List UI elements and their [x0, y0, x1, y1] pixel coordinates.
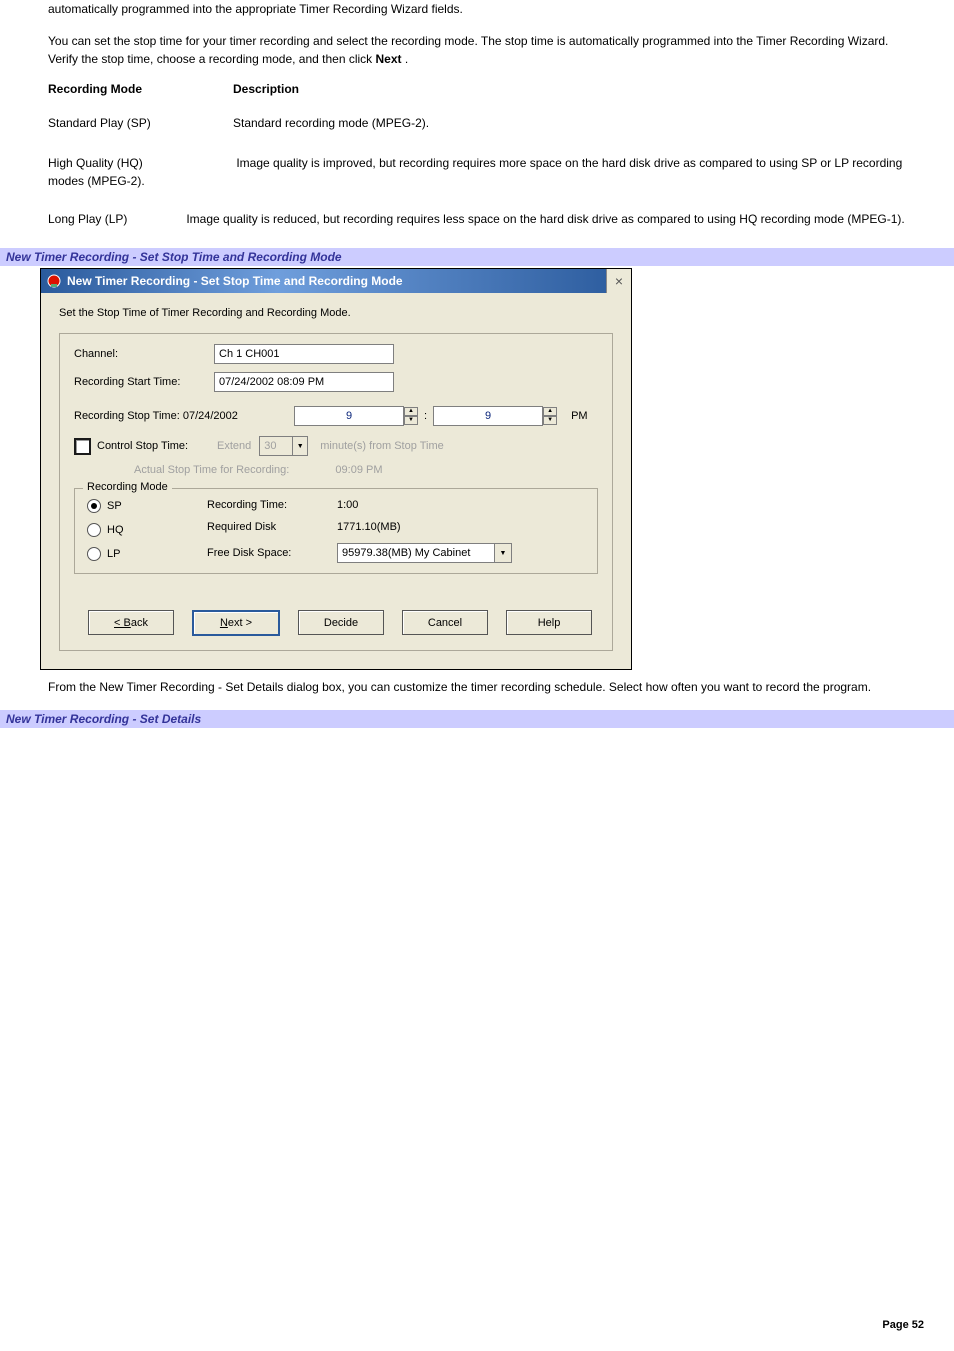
dialog-intro: Set the Stop Time of Timer Recording and… [59, 307, 613, 319]
titlebar[interactable]: New Timer Recording - Set Stop Time and … [41, 269, 631, 293]
channel-label: Channel: [74, 348, 214, 360]
channel-field[interactable]: Ch 1 CH001 [214, 344, 394, 364]
stop-min-field[interactable]: 9 [433, 406, 543, 426]
back-button[interactable]: < Back [88, 610, 174, 635]
recording-mode-group: Recording Mode SP HQ LP [74, 488, 598, 574]
decide-button[interactable]: Decide [298, 610, 384, 635]
radio-hq[interactable]: HQ [87, 523, 207, 537]
chevron-down-icon: ▼ [292, 437, 307, 455]
help-button[interactable]: Help [506, 610, 592, 635]
intro-fragment: automatically programmed into the approp… [48, 0, 914, 18]
stop-min-spinner[interactable]: ▲▼ [543, 407, 557, 425]
section-bar-set-details: New Timer Recording - Set Details [0, 710, 954, 728]
extend-suffix: minute(s) from Stop Time [320, 440, 443, 452]
time-colon: : [424, 410, 427, 422]
step-5-text: You can set the stop time for your timer… [48, 32, 914, 68]
start-time-field[interactable]: 07/24/2002 08:09 PM [214, 372, 394, 392]
step-6-text: From the New Timer Recording - Set Detai… [48, 678, 914, 696]
next-button[interactable]: Next > [192, 610, 280, 636]
dialog-title: New Timer Recording - Set Stop Time and … [67, 269, 606, 293]
section-bar-stop-time: New Timer Recording - Set Stop Time and … [0, 248, 954, 266]
extend-combo: 30 ▼ [259, 436, 308, 456]
required-disk-value: 1771.10(MB) [337, 521, 512, 533]
actual-stop-row: Actual Stop Time for Recording: 09:09 PM [134, 464, 598, 476]
recording-time-value: 1:00 [337, 499, 512, 511]
stop-time-label: Recording Stop Time: 07/24/2002 [74, 410, 294, 422]
app-icon [45, 271, 63, 291]
table-desc-sp: Standard recording mode (MPEG-2). [233, 116, 429, 130]
table-mode-sp: Standard Play (SP) [48, 116, 233, 130]
free-disk-label: Free Disk Space: [207, 547, 327, 559]
radio-lp[interactable]: LP [87, 547, 207, 561]
table-row-lp: Long Play (LP) Image quality is reduced,… [48, 210, 914, 228]
ampm-label: PM [571, 410, 588, 422]
start-time-label: Recording Start Time: [74, 376, 214, 388]
required-disk-label: Required Disk [207, 521, 327, 533]
table-row-hq: High Quality (HQ) Image quality is impro… [48, 154, 914, 190]
extend-label: Extend [217, 440, 251, 452]
control-stop-label: Control Stop Time: [97, 440, 217, 452]
page-footer: Page 52 [0, 1319, 954, 1331]
radio-sp[interactable]: SP [87, 499, 207, 513]
free-disk-combo[interactable]: 95979.38(MB) My Cabinet ▼ [337, 543, 512, 563]
recording-mode-legend: Recording Mode [83, 481, 172, 493]
close-icon[interactable]: × [606, 269, 631, 293]
chevron-down-icon[interactable]: ▼ [494, 544, 511, 562]
control-stop-checkbox[interactable] [74, 438, 91, 455]
cancel-button[interactable]: Cancel [402, 610, 488, 635]
dialog-panel: Channel: Ch 1 CH001 Recording Start Time… [59, 333, 613, 651]
stop-hour-spinner[interactable]: ▲▼ [404, 407, 418, 425]
stop-hour-field[interactable]: 9 [294, 406, 404, 426]
recording-time-label: Recording Time: [207, 499, 327, 511]
table-header-mode: Recording Mode [48, 82, 142, 96]
dialog-new-timer-recording: New Timer Recording - Set Stop Time and … [40, 268, 632, 670]
table-header-desc: Description [233, 82, 299, 96]
